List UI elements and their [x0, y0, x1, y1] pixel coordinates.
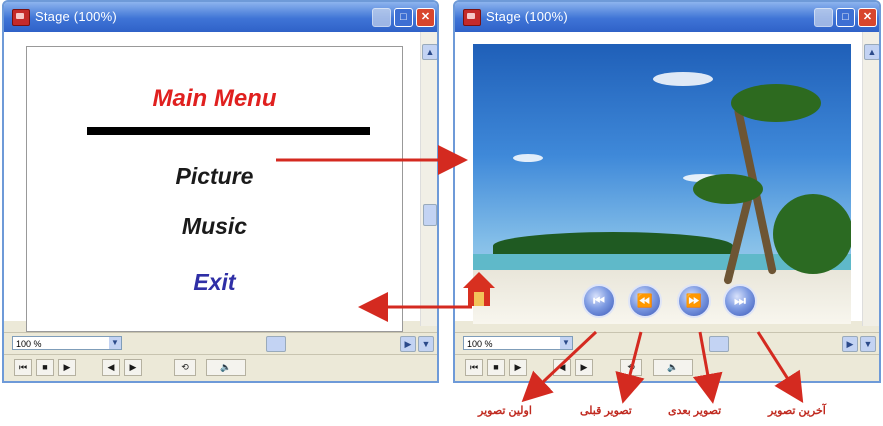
callout-previous-image: تصویر قبلی: [580, 405, 632, 417]
first-callout-arrow: [521, 330, 598, 403]
callout-next-image: تصویر بعدی: [668, 405, 722, 417]
callout-first-image: اولین تصویر: [478, 405, 532, 417]
callout-arrows: [276, 145, 804, 404]
last-callout-arrow: [756, 331, 804, 404]
callout-last-image: آخرین تصویر: [768, 405, 826, 417]
previous-callout-arrow: [615, 331, 645, 404]
next-callout-arrow: [692, 331, 723, 404]
